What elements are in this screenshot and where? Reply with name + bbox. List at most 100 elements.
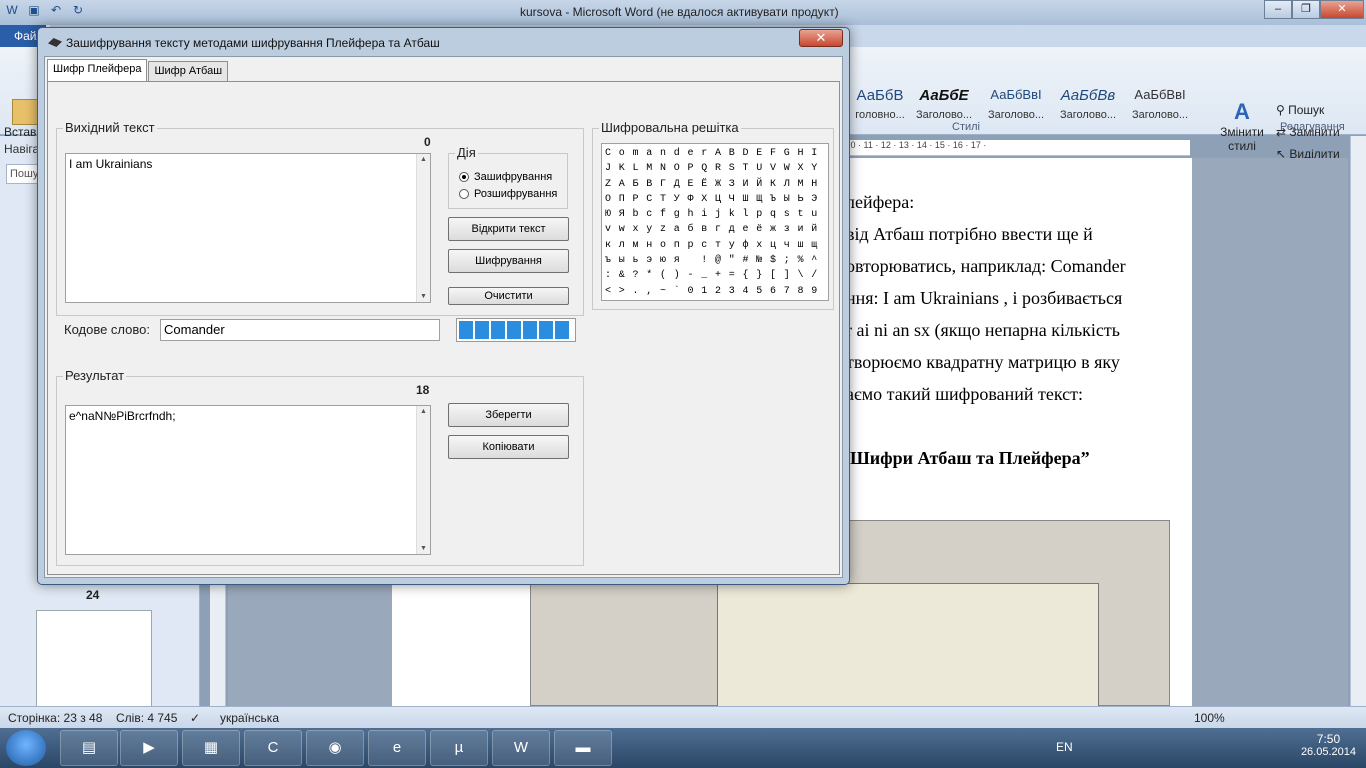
cipher-dialog: Зашифрування тексту методами шифрування … <box>37 27 850 585</box>
cipher-grid-cell: ц <box>770 239 777 251</box>
internet-explorer-icon[interactable]: e <box>368 730 426 766</box>
style-item[interactable]: АаБбВвІ Заголово... <box>1126 87 1194 135</box>
word-taskbar-icon[interactable]: W <box>492 730 550 766</box>
page-thumbnail[interactable] <box>36 610 152 710</box>
source-text-memo[interactable]: I am Ukrainians ▲ ▼ <box>65 153 431 303</box>
dialog-title-bar[interactable]: Зашифрування тексту методами шифрування … <box>38 28 849 56</box>
tab-playfair[interactable]: Шифр Плейфера <box>47 59 148 81</box>
paste-button[interactable]: Встав <box>4 99 38 139</box>
encrypt-button[interactable]: Шифрування <box>448 249 569 273</box>
cipher-grid-cell: M <box>646 163 653 175</box>
style-item[interactable]: АаБбВвІ Заголово... <box>982 87 1050 135</box>
status-language[interactable]: українська <box>220 711 279 725</box>
restore-icon[interactable]: ❐ <box>1292 0 1320 19</box>
open-text-button[interactable]: Відкрити текст <box>448 217 569 241</box>
cipher-grid-label: Шифровальна решітка <box>599 120 741 135</box>
spellcheck-icon[interactable]: ✓ <box>190 711 200 725</box>
cipher-grid-cell: 0 <box>687 285 694 297</box>
cipher-grid-cell: С <box>646 193 653 205</box>
cipher-grid-cell: Л <box>783 178 790 190</box>
cipher-grid-cell: $ <box>770 255 777 267</box>
binoculars-icon: ⚲ <box>1276 103 1289 117</box>
copy-button[interactable]: Копіювати <box>448 435 569 459</box>
scroll-down-icon[interactable]: ▼ <box>420 545 427 552</box>
cipher-grid-cell: л <box>618 239 625 251</box>
cipher-grid-cell: , <box>646 285 653 297</box>
media-player-icon[interactable]: ▶ <box>120 730 178 766</box>
codeword-input[interactable]: Comander <box>160 319 440 341</box>
cipher-grid-cell: ъ <box>605 255 612 267</box>
progress-block <box>539 321 553 339</box>
save-icon[interactable]: ▣ <box>26 3 42 19</box>
status-bar: Сторінка: 23 з 48 Слів: 4 745 ✓ українсь… <box>0 706 1366 728</box>
document-scrollbar[interactable] <box>1350 136 1366 706</box>
radio-decrypt[interactable]: Розшифрування <box>459 188 557 200</box>
source-char-count: 0 <box>424 135 431 149</box>
style-name: Заголово... <box>915 109 973 121</box>
cipher-grid-cell: s <box>783 209 790 221</box>
cipher-grid-cell <box>688 253 702 268</box>
result-text-memo[interactable]: e^naN№PiBrcrfndh; ▲ ▼ <box>65 405 431 555</box>
cipher-grid[interactable]: ComanderABDEFGHIJKLMNOPQRSTUVWXYZАБВГДЕЁ… <box>601 143 829 301</box>
memo-scrollbar[interactable]: ▲ ▼ <box>416 406 430 554</box>
close-icon[interactable]: ✕ <box>799 29 843 47</box>
cipher-grid-cell: > <box>618 285 625 297</box>
cpp-builder-icon[interactable]: C <box>244 730 302 766</box>
cipher-grid-cell: * <box>646 270 653 282</box>
zoom-level[interactable]: 100% <box>1194 711 1225 725</box>
cipher-grid-cell: & <box>618 270 625 282</box>
close-icon[interactable]: ✕ <box>1320 0 1364 19</box>
cipher-grid-cell: v <box>605 224 612 236</box>
cipher-grid-cell: Ш <box>742 193 749 205</box>
word-app-icon[interactable]: W <box>4 3 20 19</box>
cipher-grid-cell: [ <box>770 270 777 282</box>
tab-atbash[interactable]: Шифр Атбаш <box>148 61 229 81</box>
save-button[interactable]: Зберегти <box>448 403 569 427</box>
cipher-grid-cell: + <box>715 270 722 282</box>
cipher-grid-cell: / <box>811 270 818 282</box>
language-indicator[interactable]: EN <box>1056 740 1073 754</box>
cipher-grid-cell: П <box>618 193 625 205</box>
source-text-value: I am Ukrainians <box>69 157 153 171</box>
cipher-grid-cell: 7 <box>783 285 790 297</box>
cipher-grid-cell: Й <box>756 178 763 190</box>
cipher-grid-cell: Ж <box>715 178 722 190</box>
explorer-icon[interactable]: ▤ <box>60 730 118 766</box>
result-char-count: 18 <box>416 383 430 397</box>
undo-icon[interactable]: ↶ <box>48 3 64 19</box>
status-page[interactable]: Сторінка: 23 з 48 <box>8 711 102 725</box>
utorrent-icon[interactable]: µ <box>430 730 488 766</box>
cipher-grid-cell: O <box>673 163 680 175</box>
cipher-grid-cell: @ <box>715 255 722 267</box>
firefox-icon[interactable]: ◉ <box>306 730 364 766</box>
cipher-grid-cell: e <box>687 148 694 159</box>
change-styles-label: Змінити стилі <box>1220 125 1264 153</box>
nav-pane-title: Навіга <box>4 142 40 156</box>
radio-encrypt[interactable]: Зашифрування <box>459 171 552 183</box>
app-window-icon[interactable]: ▬ <box>554 730 612 766</box>
cipher-grid-cell: ж <box>770 224 777 236</box>
clear-button[interactable]: Очистити <box>448 287 569 305</box>
minimize-icon[interactable]: – <box>1264 0 1292 19</box>
style-item[interactable]: АаБбВ головно... <box>846 87 914 135</box>
start-button[interactable] <box>6 730 46 766</box>
find-button[interactable]: ⚲ Пошук <box>1276 99 1340 121</box>
redo-icon[interactable]: ↻ <box>70 3 86 19</box>
cipher-grid-cell: й <box>811 224 818 236</box>
scroll-up-icon[interactable]: ▲ <box>420 408 427 415</box>
memo-scrollbar[interactable]: ▲ ▼ <box>416 154 430 302</box>
styles-group-label: Стилі <box>952 121 980 133</box>
change-styles-button[interactable]: A Змінити стилі <box>1214 99 1270 153</box>
cipher-grid-cell: : <box>605 270 612 282</box>
cipher-grid-cell: ? <box>632 270 639 282</box>
style-item[interactable]: АаБбВв Заголово... <box>1054 87 1122 135</box>
status-words[interactable]: Слів: 4 745 <box>116 711 177 725</box>
clock[interactable]: 7:50 26.05.2014 <box>1301 732 1356 758</box>
scroll-up-icon[interactable]: ▲ <box>420 156 427 163</box>
cipher-grid-cell: p <box>756 209 763 221</box>
style-sample: АаБбВв <box>1060 87 1116 104</box>
scroll-down-icon[interactable]: ▼ <box>420 293 427 300</box>
cipher-grid-cell: Э <box>811 193 818 205</box>
mpc-icon[interactable]: ▦ <box>182 730 240 766</box>
cipher-grid-cell: N <box>660 163 667 175</box>
